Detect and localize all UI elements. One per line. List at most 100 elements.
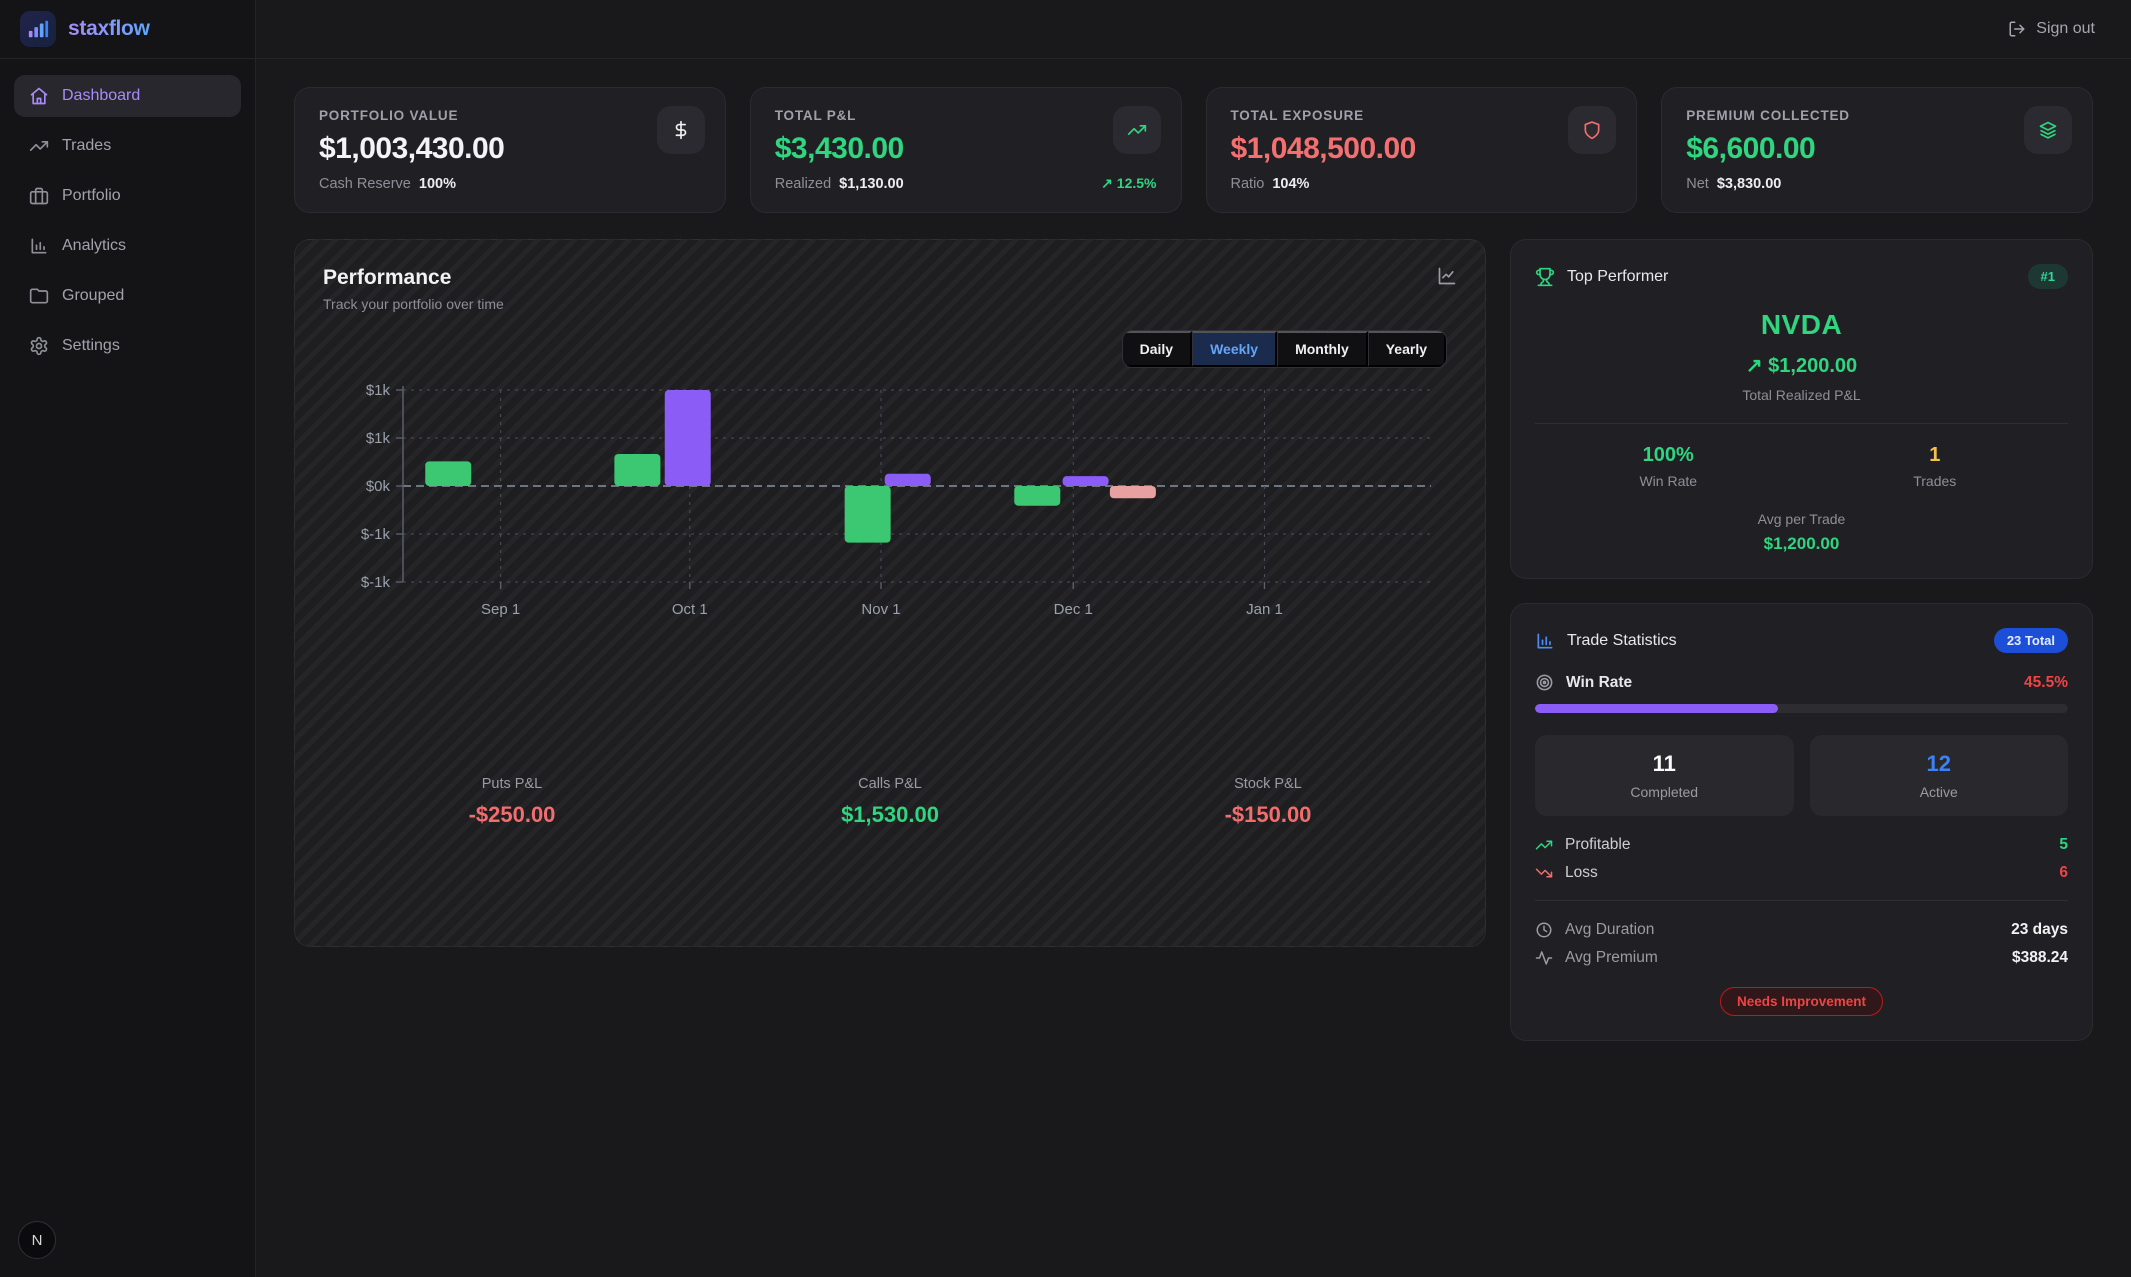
avg-duration-label: Avg Duration — [1565, 921, 1654, 939]
win-rate-label: Win Rate — [1566, 674, 1632, 692]
summary-label: Calls P&L — [701, 776, 1079, 792]
stat-label: PREMIUM COLLECTED — [1686, 108, 2068, 123]
sidebar-item-portfolio[interactable]: Portfolio — [14, 175, 241, 217]
svg-text:$0k: $0k — [366, 478, 391, 495]
stats-row: PORTFOLIO VALUE $1,003,430.00 Cash Reser… — [294, 87, 2093, 213]
sidebar-item-settings[interactable]: Settings — [14, 325, 241, 367]
svg-text:Nov 1: Nov 1 — [861, 601, 900, 618]
trades-value: 1 — [1802, 444, 2069, 467]
stat-label: PORTFOLIO VALUE — [319, 108, 701, 123]
layers-icon — [2024, 106, 2072, 154]
stock-pnl: Stock P&L -$150.00 — [1079, 776, 1457, 828]
dollar-icon — [657, 106, 705, 154]
stat-footer-label: Net — [1686, 176, 1709, 192]
win-rate-value: 45.5% — [2024, 674, 2068, 692]
divider — [1535, 423, 2068, 424]
active-label: Active — [1826, 784, 2053, 800]
stat-card-total-pnl: TOTAL P&L $3,430.00 Realized $1,130.00 ↗… — [750, 87, 1182, 213]
avg-per-trade-label: Avg per Trade — [1535, 511, 2068, 527]
top-performer-title: Top Performer — [1567, 268, 1668, 286]
profitable-label: Profitable — [1565, 836, 1630, 854]
sidebar-item-analytics[interactable]: Analytics — [14, 225, 241, 267]
avg-duration-row: Avg Duration 23 days — [1535, 921, 2068, 939]
stat-label: TOTAL P&L — [775, 108, 1157, 123]
clock-icon — [1535, 921, 1553, 939]
avg-per-trade: Avg per Trade $1,200.00 — [1535, 511, 2068, 554]
tab-yearly[interactable]: Yearly — [1368, 331, 1446, 367]
briefcase-icon — [29, 186, 49, 206]
profitable-value: 5 — [2059, 836, 2068, 854]
sidebar-item-trades[interactable]: Trades — [14, 125, 241, 167]
stat-footer-value: 104% — [1272, 176, 1309, 192]
range-tabs: Daily Weekly Monthly Yearly — [1122, 330, 1447, 368]
user-avatar[interactable]: N — [18, 1221, 56, 1259]
win-rate-stat: 100% Win Rate — [1535, 444, 1802, 489]
top-performer-symbol: NVDA — [1535, 309, 2068, 341]
tab-monthly[interactable]: Monthly — [1277, 331, 1368, 367]
trending-up-icon — [1113, 106, 1161, 154]
target-icon — [1535, 673, 1554, 692]
stat-value: $3,430.00 — [775, 132, 1157, 166]
pnl-summary: Puts P&L -$250.00 Calls P&L $1,530.00 St… — [323, 776, 1457, 828]
trades-label: Trades — [1802, 473, 2069, 489]
trending-up-icon — [1535, 836, 1553, 854]
stat-footer-value: $3,830.00 — [1717, 176, 1782, 192]
stat-card-premium-collected: PREMIUM COLLECTED $6,600.00 Net $3,830.0… — [1661, 87, 2093, 213]
sidebar: staxflow Dashboard Trades Portfolio Anal… — [0, 0, 256, 1277]
trending-up-icon — [29, 136, 49, 156]
calls-pnl: Calls P&L $1,530.00 — [701, 776, 1079, 828]
status-badge: Needs Improvement — [1720, 987, 1883, 1016]
active-box: 12 Active — [1810, 735, 2069, 816]
summary-label: Puts P&L — [323, 776, 701, 792]
sign-out-label: Sign out — [2036, 20, 2095, 38]
trend-badge: ↗ 12.5% — [1101, 175, 1156, 192]
performance-subtitle: Track your portfolio over time — [323, 296, 504, 312]
win-rate-label: Win Rate — [1535, 473, 1802, 489]
sidebar-item-label: Portfolio — [62, 187, 121, 205]
stat-value: $1,003,430.00 — [319, 132, 701, 166]
brand-name: staxflow — [68, 17, 150, 41]
sign-out-button[interactable]: Sign out — [2008, 20, 2095, 38]
sidebar-item-grouped[interactable]: Grouped — [14, 275, 241, 317]
trophy-icon — [1535, 267, 1555, 287]
stat-footer-label: Cash Reserve — [319, 176, 411, 192]
top-performer-card: Top Performer #1 NVDA ↗ $1,200.00 Total … — [1510, 239, 2093, 579]
svg-text:Sep 1: Sep 1 — [481, 601, 520, 618]
home-icon — [29, 86, 49, 106]
sidebar-item-label: Settings — [62, 337, 120, 355]
performance-chart: Daily Weekly Monthly Yearly $1k$1k$0k$-1… — [323, 326, 1457, 730]
trending-down-icon — [1535, 864, 1553, 882]
brand-logo — [20, 11, 56, 47]
tab-weekly[interactable]: Weekly — [1192, 331, 1277, 367]
performance-chart-svg: $1k$1k$0k$-1k$-1kSep 1Oct 1Nov 1Dec 1Jan… — [323, 326, 1459, 636]
main-content: PORTFOLIO VALUE $1,003,430.00 Cash Reser… — [256, 59, 2131, 1069]
loss-value: 6 — [2059, 864, 2068, 882]
stat-card-portfolio-value: PORTFOLIO VALUE $1,003,430.00 Cash Reser… — [294, 87, 726, 213]
bar-chart-icon — [1535, 631, 1555, 651]
stat-footer-value: $1,130.00 — [839, 176, 904, 192]
svg-text:$1k: $1k — [366, 382, 391, 399]
completed-box: 11 Completed — [1535, 735, 1794, 816]
line-chart-icon — [1437, 266, 1457, 286]
stat-footer-label: Realized — [775, 176, 831, 192]
shield-icon — [1568, 106, 1616, 154]
sidebar-item-label: Trades — [62, 137, 111, 155]
sidebar-nav: Dashboard Trades Portfolio Analytics Gro… — [0, 59, 255, 383]
svg-text:$-1k: $-1k — [361, 526, 391, 543]
win-rate-progress — [1535, 704, 2068, 713]
summary-value: -$150.00 — [1079, 802, 1457, 828]
svg-text:Jan 1: Jan 1 — [1246, 601, 1283, 618]
summary-label: Stock P&L — [1079, 776, 1457, 792]
brand-row: staxflow — [0, 0, 255, 59]
stat-value: $1,048,500.00 — [1231, 132, 1613, 166]
sidebar-item-dashboard[interactable]: Dashboard — [14, 75, 241, 117]
stat-card-total-exposure: TOTAL EXPOSURE $1,048,500.00 Ratio 104% — [1206, 87, 1638, 213]
folder-icon — [29, 286, 49, 306]
tab-daily[interactable]: Daily — [1123, 331, 1192, 367]
loss-label: Loss — [1565, 864, 1598, 882]
logout-icon — [2008, 20, 2026, 38]
sidebar-item-label: Analytics — [62, 237, 126, 255]
performance-card: Performance Track your portfolio over ti… — [294, 239, 1486, 947]
performance-title: Performance — [323, 266, 504, 290]
win-rate-value: 100% — [1535, 444, 1802, 467]
